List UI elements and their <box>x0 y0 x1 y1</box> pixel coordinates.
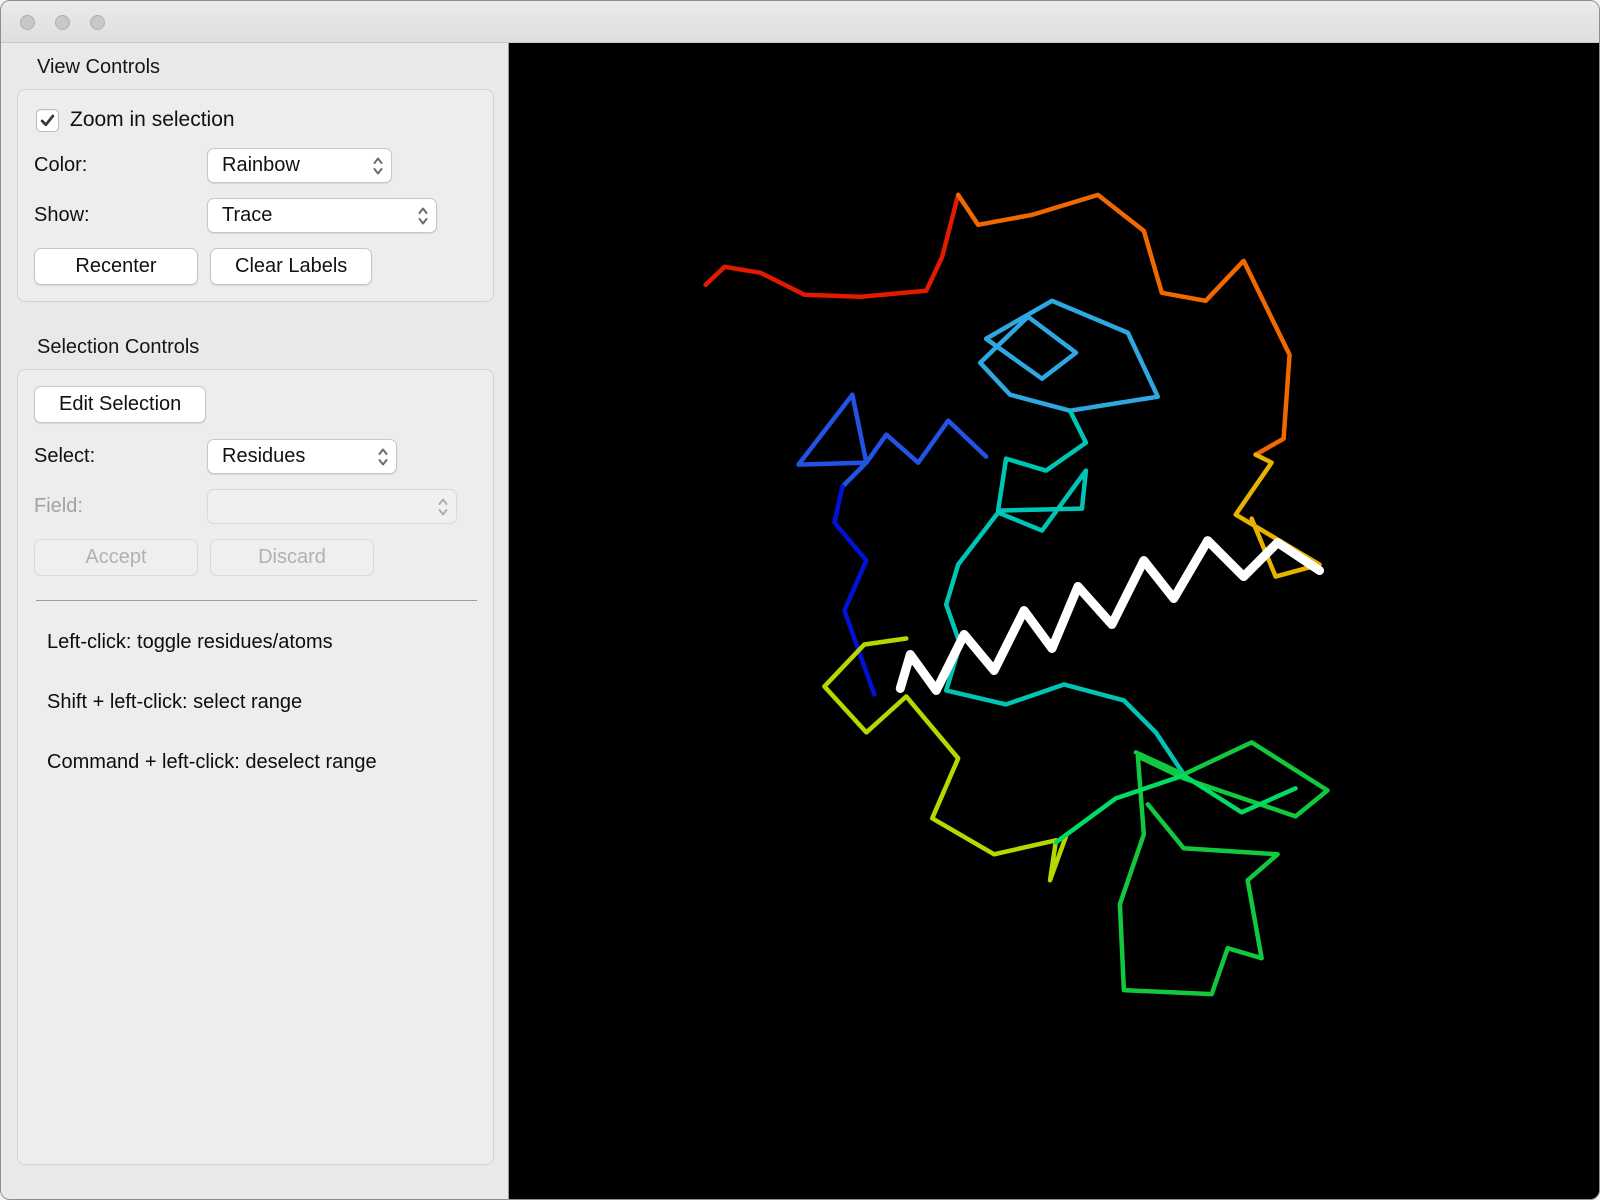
stepper-icon <box>373 157 383 174</box>
navy-segment[interactable] <box>832 484 877 697</box>
show-dropdown-value: Trace <box>222 204 273 226</box>
help-line-deselect-range: Command + left-click: deselect range <box>47 751 377 773</box>
discard-button: Discard <box>210 539 374 576</box>
white-selection[interactable] <box>895 536 1325 695</box>
select-row: Select: Residues <box>34 439 479 474</box>
edit-selection-button[interactable]: Edit Selection <box>34 386 207 423</box>
show-dropdown[interactable]: Trace <box>207 198 437 233</box>
zoom-in-selection-checkbox[interactable]: Zoom in selection <box>36 108 479 132</box>
stepper-icon <box>378 448 388 465</box>
titlebar[interactable] <box>1 1 1599 43</box>
close-button[interactable] <box>20 15 35 30</box>
field-label: Field: <box>34 495 83 517</box>
sidebar: View Controls Zoom in selection Color: R… <box>1 43 509 1199</box>
zoom-window-button[interactable] <box>90 15 105 30</box>
checkbox-label: Zoom in selection <box>70 108 235 131</box>
view-controls-group: Zoom in selection Color: Rainbow Show: T… <box>17 89 494 302</box>
help-line-select-range: Shift + left-click: select range <box>47 691 303 713</box>
accept-discard-row: Accept Discard <box>34 539 479 576</box>
selection-controls-heading: Selection Controls <box>37 336 200 358</box>
skyblue-segment[interactable] <box>977 298 1161 413</box>
checkbox-box[interactable] <box>36 108 59 132</box>
color-dropdown[interactable]: Rainbow <box>207 148 392 183</box>
checkmark-icon <box>40 114 55 126</box>
springgreen-segment[interactable] <box>1053 773 1298 845</box>
recenter-button[interactable]: Recenter <box>34 248 198 285</box>
view-buttons-row: Recenter Clear Labels <box>34 248 479 285</box>
field-row: Field: <box>34 489 479 524</box>
view-controls-heading: View Controls <box>37 56 161 78</box>
divider <box>36 600 477 601</box>
select-dropdown[interactable]: Residues <box>207 439 397 474</box>
color-dropdown-value: Rainbow <box>222 154 300 176</box>
blue-segment[interactable] <box>796 392 989 489</box>
help-line-toggle: Left-click: toggle residues/atoms <box>47 631 333 653</box>
selection-controls-group: Edit Selection Select: Residues Field: A… <box>17 369 494 1165</box>
protein-trace[interactable] <box>509 43 1599 1200</box>
teal-segment[interactable] <box>943 408 1187 777</box>
clear-labels-button[interactable]: Clear Labels <box>210 248 373 285</box>
window-content: View Controls Zoom in selection Color: R… <box>1 43 1599 1200</box>
show-label: Show: <box>34 204 90 226</box>
show-row: Show: Trace <box>34 198 479 233</box>
accept-button: Accept <box>34 539 198 576</box>
color-label: Color: <box>34 154 88 176</box>
stepper-icon <box>418 207 428 224</box>
field-dropdown <box>207 489 457 524</box>
green-segment[interactable] <box>1117 740 1330 997</box>
molecule-viewport[interactable] <box>509 43 1599 1200</box>
app-window: View Controls Zoom in selection Color: R… <box>0 0 1600 1200</box>
minimize-button[interactable] <box>55 15 70 30</box>
select-label: Select: <box>34 445 96 467</box>
color-row: Color: Rainbow <box>34 148 479 183</box>
select-dropdown-value: Residues <box>222 445 306 467</box>
red-segment[interactable] <box>703 192 961 300</box>
stepper-icon <box>438 498 448 515</box>
